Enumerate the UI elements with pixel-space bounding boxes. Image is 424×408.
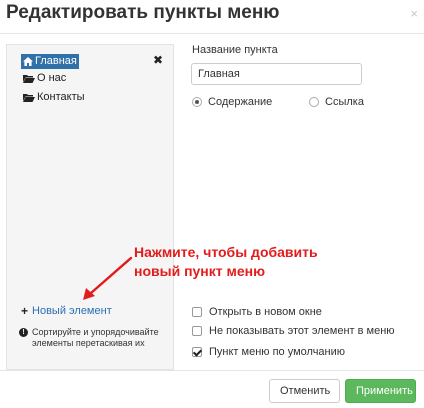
hide-item-option[interactable]: Не показывать этот элемент в меню	[192, 325, 395, 337]
radio-content[interactable]: Содержание	[192, 96, 272, 108]
hide-item-label: Не показывать этот элемент в меню	[209, 325, 395, 337]
add-element-button[interactable]: + Новый элемент	[21, 304, 112, 318]
radio-link[interactable]: Ссылка	[309, 96, 364, 108]
sort-hint: ! Сортируйте и упорядочивайте элементы п…	[19, 327, 169, 349]
annotation-line-2: новый пункт меню	[134, 263, 266, 279]
tree-item-contacts[interactable]: Контакты	[23, 90, 85, 105]
close-icon[interactable]: ×	[410, 6, 418, 21]
dialog-footer: Отменить Применить	[0, 370, 424, 408]
folder-open-icon	[23, 93, 35, 102]
default-item-option[interactable]: Пункт меню по умолчанию	[192, 346, 345, 358]
tree-item-about[interactable]: О нас	[23, 71, 66, 86]
item-name-label: Название пункта	[192, 44, 278, 56]
item-name-input[interactable]	[191, 63, 362, 85]
plus-icon: +	[21, 304, 29, 318]
default-item-label: Пункт меню по умолчанию	[209, 346, 346, 358]
dialog-title: Редактировать пункты меню	[6, 2, 280, 23]
info-icon: !	[19, 328, 28, 337]
open-new-window-option[interactable]: Открыть в новом окне	[192, 306, 322, 318]
radio-button-content[interactable]	[192, 97, 202, 107]
open-new-window-label: Открыть в новом окне	[209, 306, 322, 318]
annotation-line-1: Нажмите, чтобы добавить	[134, 244, 318, 260]
menu-tree-panel: Главная ✖ О нас Контакты + Новый элемент…	[6, 44, 174, 370]
home-icon	[23, 57, 33, 66]
delete-icon[interactable]: ✖	[153, 53, 163, 67]
apply-button[interactable]: Применить	[345, 379, 416, 403]
radio-link-label: Ссылка	[325, 96, 364, 108]
tree-item-home[interactable]: Главная	[21, 54, 79, 69]
folder-open-icon	[23, 74, 35, 83]
annotation-callout: Нажмите, чтобы добавить новый пункт меню	[134, 243, 394, 281]
cancel-button[interactable]: Отменить	[269, 379, 340, 403]
hide-item-checkbox[interactable]	[192, 326, 202, 336]
add-element-label: Новый элемент	[32, 305, 112, 317]
dialog-header: Редактировать пункты меню ×	[0, 0, 424, 34]
radio-button-link[interactable]	[309, 97, 319, 107]
default-item-checkbox[interactable]	[192, 347, 202, 357]
tree-item-label: Главная	[35, 55, 77, 67]
tree-item-label: Контакты	[37, 91, 85, 103]
radio-content-label: Содержание	[208, 96, 273, 108]
sort-hint-text: Сортируйте и упорядочивайте элементы пер…	[32, 327, 159, 348]
tree-item-label: О нас	[37, 72, 67, 84]
open-new-window-checkbox[interactable]	[192, 307, 202, 317]
